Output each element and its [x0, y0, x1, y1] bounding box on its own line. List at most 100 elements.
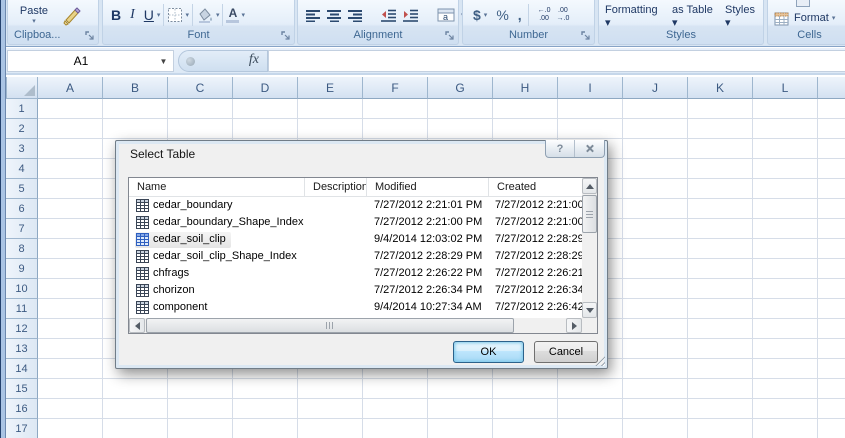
table-name[interactable]: cedar_boundary_Shape_Index: [135, 215, 305, 231]
align-right-button[interactable]: [348, 9, 363, 22]
column-header-K[interactable]: K: [688, 77, 753, 99]
row-header-13[interactable]: 13: [6, 339, 38, 359]
table-name[interactable]: component: [135, 300, 212, 316]
table-name[interactable]: chfrags: [135, 266, 194, 282]
column-header-G[interactable]: G: [428, 77, 493, 99]
row-header-14[interactable]: 14: [6, 359, 38, 379]
underline-button[interactable]: U: [144, 7, 154, 23]
row-header-9[interactable]: 9: [6, 259, 38, 279]
borders-button[interactable]: [167, 7, 183, 23]
column-header-L[interactable]: L: [753, 77, 818, 99]
font-color-dropdown-arrow[interactable]: ▾: [241, 11, 245, 19]
row-header-1[interactable]: 1: [6, 99, 38, 119]
underline-dropdown-arrow[interactable]: ▾: [157, 11, 161, 19]
column-header-E[interactable]: E: [298, 77, 363, 99]
column-header-F[interactable]: F: [363, 77, 428, 99]
table-list-item[interactable]: cedar_boundary_Shape_Index7/27/2012 2:21…: [129, 214, 582, 231]
ok-button[interactable]: OK: [453, 341, 524, 363]
table-list-item[interactable]: cedar_soil_clip_Shape_Index7/27/2012 2:2…: [129, 248, 582, 265]
fill-color-dropdown-arrow[interactable]: ▾: [216, 11, 220, 19]
comma-format-button[interactable]: ,: [518, 7, 522, 23]
cancel-button[interactable]: Cancel: [534, 341, 598, 363]
table-list-item[interactable]: chfrags7/27/2012 2:26:22 PM7/27/2012 2:2…: [129, 265, 582, 282]
row-header-11[interactable]: 11: [6, 299, 38, 319]
column-header-D[interactable]: D: [233, 77, 298, 99]
row-header-12[interactable]: 12: [6, 319, 38, 339]
list-column-header-name[interactable]: Name: [129, 178, 305, 197]
conditional-formatting-button[interactable]: Conditional Formatting ▾: [599, 0, 666, 30]
increase-decimal-button[interactable]: ←.0 .00: [535, 5, 554, 25]
column-header-I[interactable]: I: [558, 77, 623, 99]
row-header-6[interactable]: 6: [6, 199, 38, 219]
alignment-dialog-launcher-icon[interactable]: [445, 31, 455, 41]
row-header-17[interactable]: 17: [6, 419, 38, 438]
selected-table-name[interactable]: cedar_soil_clip: [135, 232, 231, 248]
list-column-header-description[interactable]: Description: [305, 178, 367, 197]
ribbon-group-font: B I U ▾ ▾: [102, 0, 295, 45]
percent-format-button[interactable]: %: [496, 7, 508, 23]
horizontal-scrollbar-thumb[interactable]: [146, 318, 514, 333]
format-cells-button[interactable]: Format ▾: [774, 11, 835, 26]
table-name[interactable]: chorizon: [135, 283, 200, 299]
align-left-button[interactable]: [306, 9, 321, 22]
formula-input[interactable]: [268, 50, 845, 72]
bold-button[interactable]: B: [111, 7, 121, 23]
row-header-3[interactable]: 3: [6, 139, 38, 159]
table-list-item[interactable]: cedar_boundary7/27/2012 2:21:01 PM7/27/2…: [129, 197, 582, 214]
decrease-decimal-button[interactable]: .00 →.0: [554, 5, 573, 25]
number-dialog-launcher-icon[interactable]: [581, 31, 591, 41]
row-header-5[interactable]: 5: [6, 179, 38, 199]
fill-color-button[interactable]: [196, 7, 214, 23]
dialog-help-button[interactable]: ?: [546, 140, 574, 157]
table-list-item[interactable]: cedar_soil_clip9/4/2014 12:03:02 PM7/27/…: [129, 231, 582, 248]
list-column-header-modified[interactable]: Modified: [367, 178, 489, 197]
italic-button[interactable]: I: [130, 7, 135, 23]
paste-button[interactable]: Paste ▾: [8, 5, 60, 25]
paste-dropdown-arrow[interactable]: ▾: [8, 17, 60, 25]
font-color-button[interactable]: A: [226, 8, 239, 23]
delete-cells-button-partial[interactable]: [796, 0, 810, 7]
row-header-4[interactable]: 4: [6, 159, 38, 179]
scroll-down-button[interactable]: [582, 302, 597, 318]
column-header-B[interactable]: B: [103, 77, 168, 99]
scroll-right-button[interactable]: [566, 318, 582, 333]
vertical-scrollbar-thumb[interactable]: [582, 195, 597, 233]
row-header-16[interactable]: 16: [6, 399, 38, 419]
increase-indent-button[interactable]: [403, 9, 419, 22]
column-header-C[interactable]: C: [168, 77, 233, 99]
column-header-M[interactable]: M: [818, 77, 845, 99]
cell-styles-button[interactable]: Cell Styles ▾: [719, 0, 763, 30]
column-header-A[interactable]: A: [38, 77, 103, 99]
currency-dropdown-arrow[interactable]: ▾: [484, 11, 488, 19]
table-name[interactable]: cedar_soil_clip_Shape_Index: [135, 249, 302, 265]
row-header-10[interactable]: 10: [6, 279, 38, 299]
dialog-close-button[interactable]: [574, 140, 604, 157]
merge-center-button[interactable]: a: [437, 8, 455, 22]
borders-dropdown-arrow[interactable]: ▾: [185, 11, 189, 19]
column-header-H[interactable]: H: [493, 77, 558, 99]
currency-format-button[interactable]: $: [473, 7, 481, 23]
scroll-up-button[interactable]: [582, 178, 597, 194]
table-list-item[interactable]: chorizon7/27/2012 2:26:34 PM7/27/2012 2:…: [129, 282, 582, 299]
format-as-table-button[interactable]: Format as Table ▾: [666, 0, 719, 30]
row-header-8[interactable]: 8: [6, 239, 38, 259]
format-painter-button[interactable]: [62, 4, 84, 26]
row-header-7[interactable]: 7: [6, 219, 38, 239]
decrease-indent-button[interactable]: [381, 9, 397, 22]
table-list-item[interactable]: component9/4/2014 10:27:34 AM7/27/2012 2…: [129, 299, 582, 316]
align-center-button[interactable]: [327, 9, 342, 22]
insert-function-icon[interactable]: fx: [249, 52, 259, 68]
vertical-scrollbar[interactable]: [582, 178, 597, 318]
column-header-J[interactable]: J: [623, 77, 688, 99]
row-header-15[interactable]: 15: [6, 379, 38, 399]
table-created-date: 7/27/2012 2:26:42: [489, 299, 582, 316]
table-name[interactable]: cedar_boundary: [135, 198, 238, 214]
name-box-dropdown-arrow[interactable]: ▼: [154, 50, 174, 72]
name-box[interactable]: A1: [7, 50, 154, 72]
row-header-2[interactable]: 2: [6, 119, 38, 139]
font-dialog-launcher-icon[interactable]: [281, 31, 291, 41]
scroll-left-button[interactable]: [129, 318, 145, 333]
select-all-corner[interactable]: [6, 77, 38, 99]
horizontal-scrollbar[interactable]: [129, 318, 582, 333]
clipboard-dialog-launcher-icon[interactable]: [85, 31, 95, 41]
